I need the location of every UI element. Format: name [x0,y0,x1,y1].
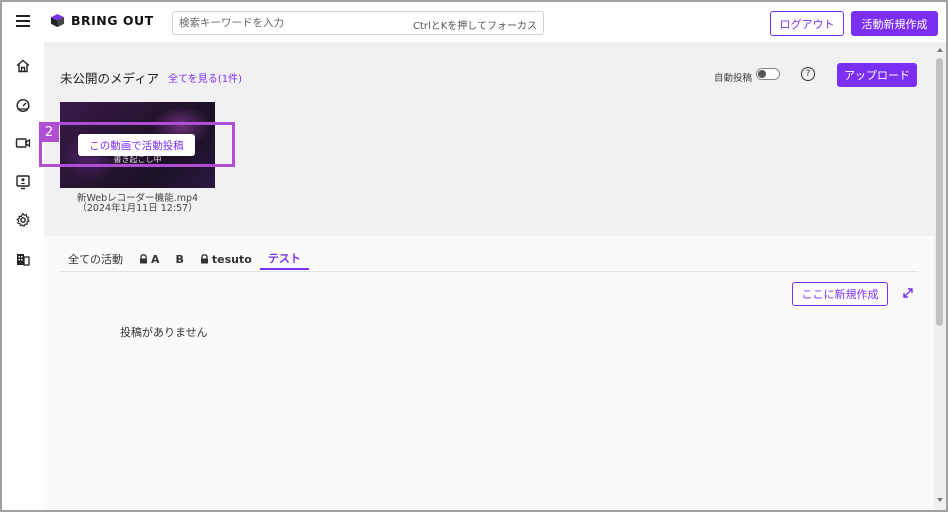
see-all-link[interactable]: 全てを見る(1件) [168,70,242,85]
lock-icon [140,254,147,264]
logout-button[interactable]: ログアウト [770,11,844,36]
new-activity-button[interactable]: 活動新規作成 [851,11,938,36]
tab-label: テスト [267,252,301,265]
file-info: 新Webレコーダー機能.mp4 （2024年1月11日 12:57） [60,194,215,214]
tab-label: 全ての活動 [68,253,123,266]
scrollbar-thumb[interactable] [936,58,943,326]
tab-test[interactable]: テスト [259,248,309,270]
help-icon[interactable]: ? [801,67,815,81]
step-number-badge: 2 [39,122,59,142]
expand-icon[interactable] [902,287,914,299]
tab-label: tesuto [211,252,252,266]
dashboard-icon[interactable] [15,97,31,113]
lock-icon [200,254,208,264]
search-box[interactable]: CtrlとKを押してフォーカス [172,11,544,35]
video-icon[interactable] [15,135,31,151]
tab-label: A [151,252,160,266]
cube-logo-icon [50,13,65,28]
file-date: （2024年1月11日 12:57） [77,203,198,214]
empty-message: 投稿がありません [120,326,208,339]
scroll-down-arrow-icon[interactable] [936,496,944,504]
search-input[interactable] [173,12,403,34]
scroll-up-arrow-icon[interactable] [936,46,944,54]
sidebar [2,42,44,510]
tab-a[interactable]: A [131,248,168,270]
brand-name: BRING OUT [71,13,154,28]
brand-logo[interactable]: BRING OUT [50,13,154,28]
home-icon[interactable] [15,58,31,74]
section-title: 未公開のメディア [60,71,160,86]
tab-b[interactable]: B [168,248,192,270]
post-activity-with-video-button[interactable]: この動画で活動投稿 [78,134,195,156]
tab-tesuto[interactable]: tesuto [192,248,260,270]
search-shortcut-hint: CtrlとKを押してフォーカス [412,21,537,32]
app-window: BRING OUT CtrlとKを押してフォーカス ログアウト 活動新規作成 [0,0,948,512]
presentation-icon[interactable] [15,174,31,190]
activity-tabs: 全ての活動 A B tesuto テスト [60,248,309,270]
gear-icon[interactable] [15,212,31,228]
hamburger-menu-icon[interactable] [16,15,30,27]
activity-section: 全ての活動 A B tesuto テスト ここに新規作成 投稿がありません [44,236,934,510]
create-here-button[interactable]: ここに新規作成 [792,282,888,306]
tab-all-activities[interactable]: 全ての活動 [60,248,131,270]
upload-button[interactable]: アップロード [837,63,917,87]
building-icon[interactable] [15,251,31,267]
tab-label: B [175,252,184,266]
auto-post-toggle[interactable] [756,68,780,80]
vertical-scrollbar[interactable] [934,42,946,510]
top-header: BRING OUT CtrlとKを押してフォーカス ログアウト 活動新規作成 [2,2,946,42]
toggle-knob [758,70,766,78]
tabs-divider [60,271,918,272]
auto-post-label: 自動投稿 [714,73,753,84]
